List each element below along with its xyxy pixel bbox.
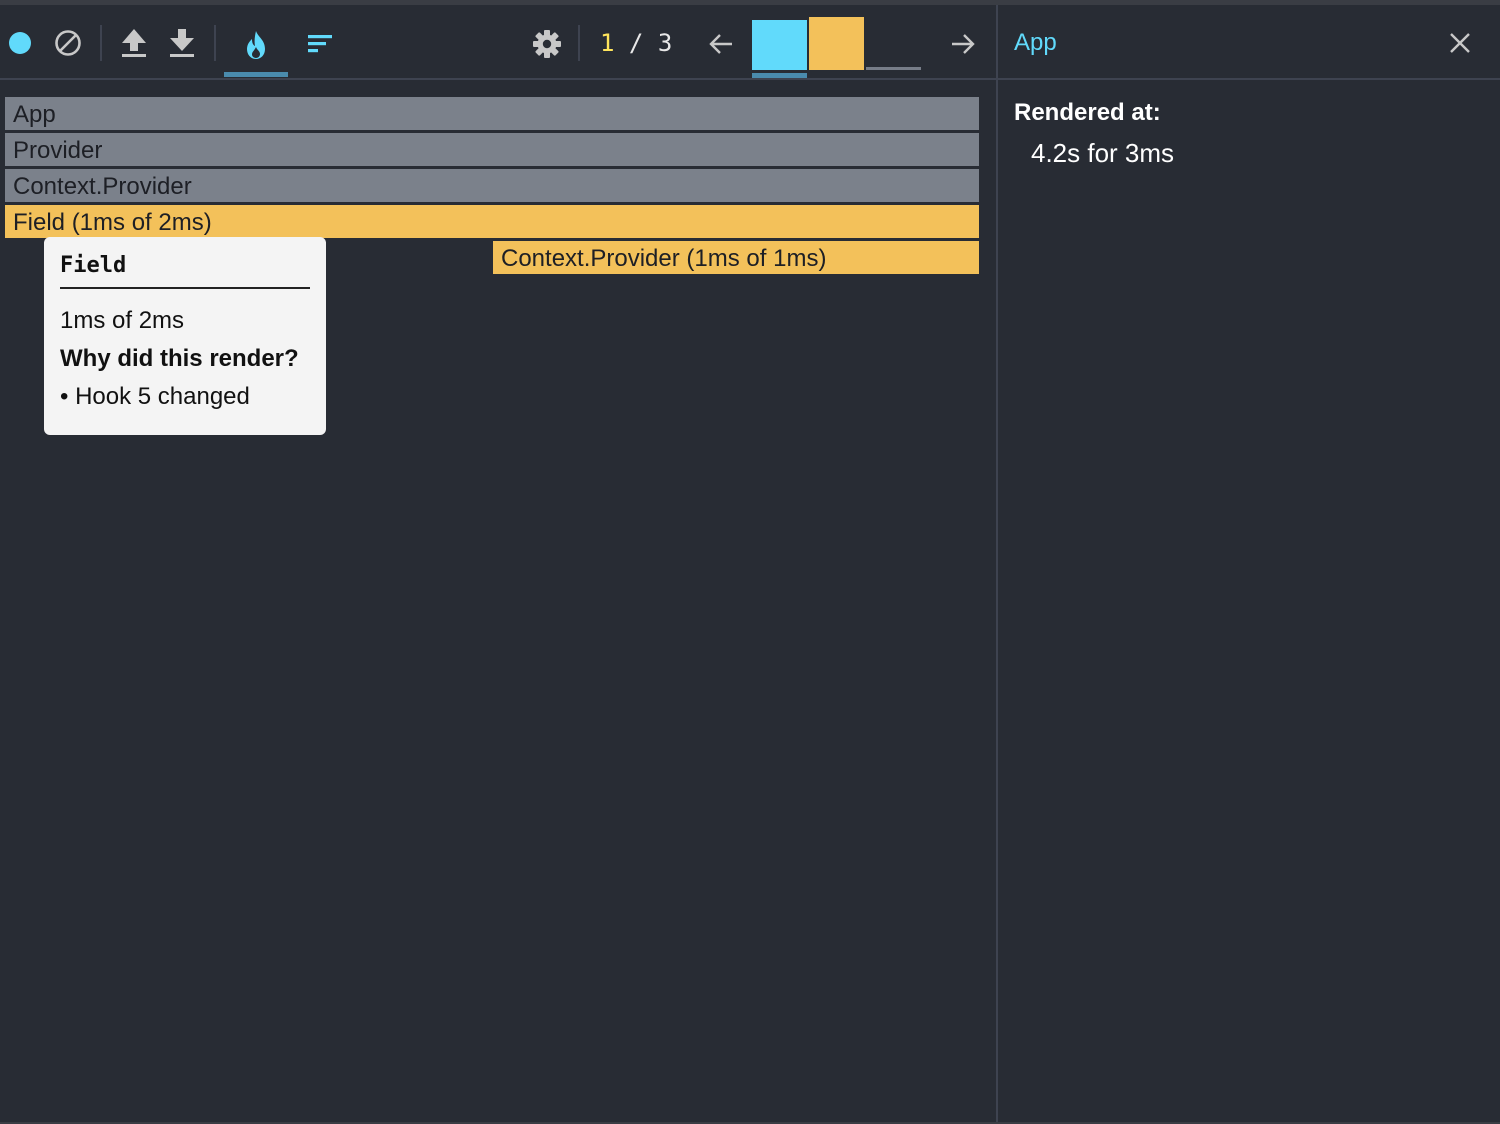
commit-current: 1 xyxy=(600,29,615,57)
commit-selector[interactable] xyxy=(752,15,924,78)
tooltip-divider xyxy=(60,287,310,289)
tab-ranked[interactable] xyxy=(300,25,340,65)
next-commit-button[interactable] xyxy=(946,27,980,61)
tooltip-title: Field xyxy=(60,253,127,278)
panel-header: App xyxy=(998,5,1500,80)
close-panel-button[interactable] xyxy=(1444,27,1476,59)
save-profile-button[interactable] xyxy=(166,25,198,61)
toolbar-separator xyxy=(100,25,102,61)
selected-commit-indicator xyxy=(752,73,807,78)
flamegraph-node[interactable]: Provider xyxy=(5,133,979,166)
flamegraph-node[interactable]: Context.Provider xyxy=(5,169,979,202)
flamegraph-node[interactable]: App xyxy=(5,97,979,130)
arrow-left-icon xyxy=(709,34,732,54)
settings-button[interactable] xyxy=(530,27,564,61)
tooltip-why-heading: Why did this render? xyxy=(60,345,299,372)
active-tab-indicator xyxy=(224,72,288,77)
clear-button[interactable] xyxy=(52,27,84,59)
commit-bar[interactable] xyxy=(866,67,921,70)
previous-commit-button[interactable] xyxy=(704,27,738,61)
profiler-toolbar: 1 / 3 xyxy=(0,5,996,80)
commit-separator: / xyxy=(614,29,658,57)
rendered-at-value[interactable]: 4.2s for 3ms xyxy=(1031,138,1174,169)
commit-total: 3 xyxy=(657,29,673,57)
component-tooltip: Field 1ms of 2ms Why did this render? • … xyxy=(44,237,326,435)
rendered-at-label: Rendered at: xyxy=(1014,99,1161,126)
record-icon xyxy=(9,32,31,54)
selected-fiber-panel: App Rendered at: 4.2s for 3ms xyxy=(998,5,1500,1124)
record-button[interactable] xyxy=(6,29,34,57)
commit-counter: 1 / 3 xyxy=(600,29,672,57)
flamegraph-node[interactable]: Field (1ms of 2ms) xyxy=(5,205,979,238)
tooltip-reason: • Hook 5 changed xyxy=(60,383,250,410)
selected-component-name: App xyxy=(1014,29,1057,56)
ranked-chart-icon xyxy=(308,35,332,53)
close-icon xyxy=(1450,33,1470,53)
tooltip-duration: 1ms of 2ms xyxy=(60,307,185,334)
clear-icon xyxy=(55,30,81,56)
toolbar-separator xyxy=(214,25,216,61)
commit-bar[interactable] xyxy=(809,17,864,70)
flame-chart-icon xyxy=(247,31,265,59)
commit-bar[interactable] xyxy=(752,20,807,70)
toolbar-separator xyxy=(578,25,580,61)
tab-flamegraph[interactable] xyxy=(236,25,276,65)
gear-icon xyxy=(533,30,561,58)
download-icon xyxy=(170,29,194,57)
arrow-right-icon xyxy=(952,34,975,54)
flamegraph-node[interactable]: Context.Provider (1ms of 1ms) xyxy=(493,241,979,274)
load-profile-button[interactable] xyxy=(118,25,150,61)
upload-icon xyxy=(122,29,146,57)
